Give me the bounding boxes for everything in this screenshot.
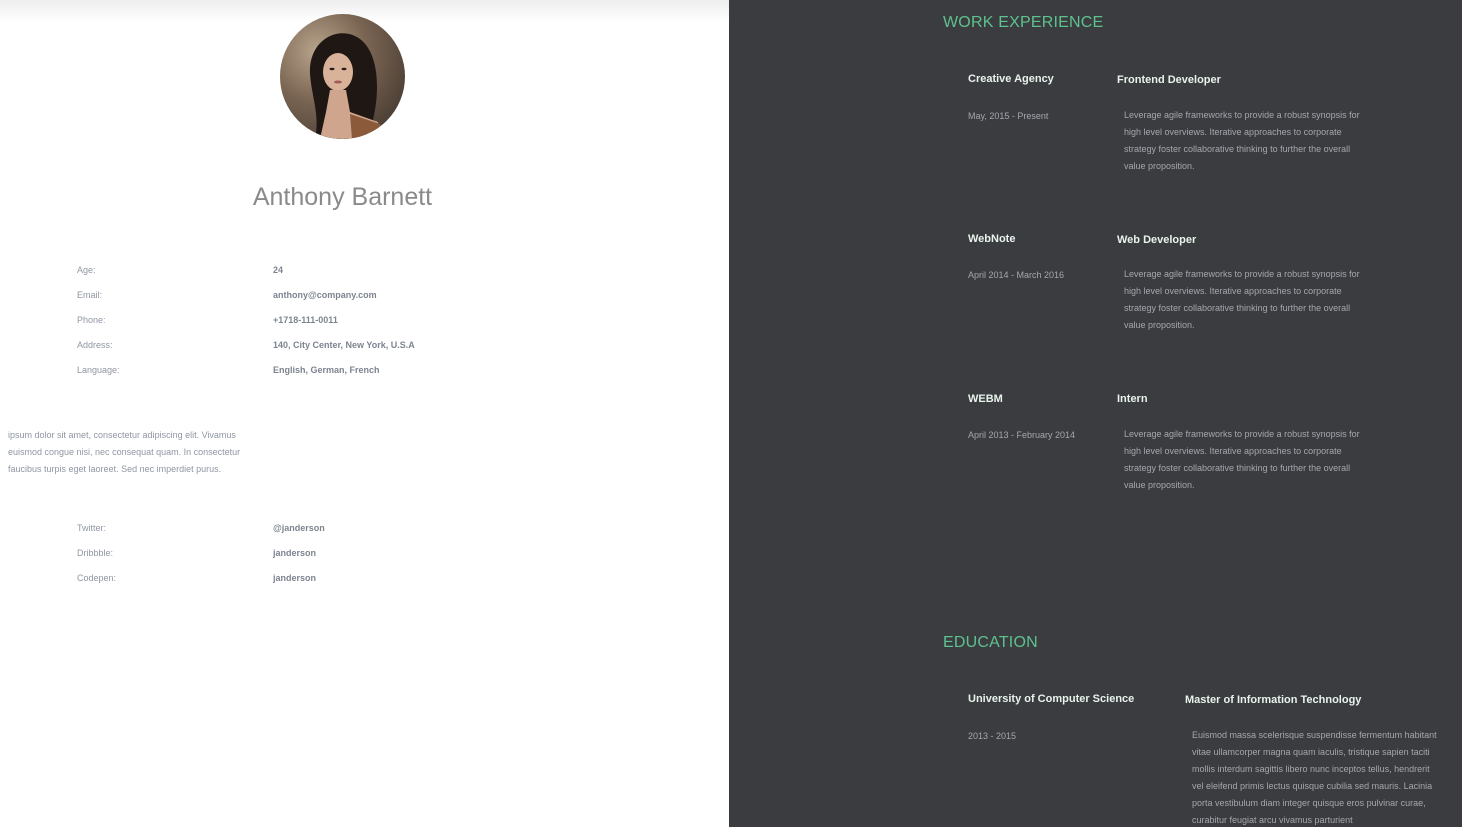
job-period: April 2014 - March 2016 xyxy=(968,270,1065,280)
job-description: Leverage agile frameworks to provide a r… xyxy=(1124,269,1360,330)
info-label: Age: xyxy=(77,265,96,275)
job-description: Leverage agile frameworks to provide a r… xyxy=(1124,110,1360,171)
edu-degree: Master of Information Technology xyxy=(1185,694,1362,706)
job-company: WEBM xyxy=(968,393,1003,405)
info-value: English, German, French xyxy=(273,365,380,375)
profile-name: Anthony Barnett xyxy=(252,183,433,211)
job-company: WebNote xyxy=(968,233,1016,245)
edu-school: University of Computer Science xyxy=(968,693,1135,705)
resume-panel: WORK EXPERIENCE Creative Agency Frontend… xyxy=(729,0,1462,827)
info-label: Address: xyxy=(77,340,113,350)
edu-period: 2013 - 2015 xyxy=(968,731,1017,741)
bio-text: ipsum dolor sit amet, consectetur adipis… xyxy=(8,430,241,474)
info-value: 140, City Center, New York, U.S.A xyxy=(273,340,415,350)
profile-avatar xyxy=(280,14,405,139)
info-label: Phone: xyxy=(77,315,106,325)
info-label: Email: xyxy=(77,290,103,300)
job-company: Creative Agency xyxy=(968,73,1054,85)
info-value: 24 xyxy=(273,265,284,275)
job-description: Leverage agile frameworks to provide a r… xyxy=(1124,429,1360,490)
social-label: Dribbble: xyxy=(77,548,114,558)
info-value[interactable]: anthony@company.com xyxy=(273,290,377,300)
education-title: EDUCATION xyxy=(943,634,1038,651)
social-label: Twitter: xyxy=(77,523,107,533)
job-role: Web Developer xyxy=(1117,234,1197,246)
job-role: Intern xyxy=(1117,393,1148,405)
job-period: May, 2015 - Present xyxy=(968,111,1049,121)
job-period: April 2013 - February 2014 xyxy=(968,430,1076,440)
profile-panel: Anthony Barnett Age: 24 Email: anthony@c… xyxy=(0,0,729,827)
social-link[interactable]: janderson xyxy=(273,548,316,558)
job-role: Frontend Developer xyxy=(1117,74,1221,86)
social-link[interactable]: @janderson xyxy=(273,523,325,533)
info-label: Language: xyxy=(77,365,120,375)
info-value[interactable]: +1718-111-0011 xyxy=(273,315,338,325)
social-label: Codepen: xyxy=(77,573,117,583)
work-experience-title: WORK EXPERIENCE xyxy=(943,14,1104,31)
edu-description: Euismod massa scelerisque suspendisse fe… xyxy=(1192,730,1437,825)
social-link[interactable]: janderson xyxy=(273,573,316,583)
